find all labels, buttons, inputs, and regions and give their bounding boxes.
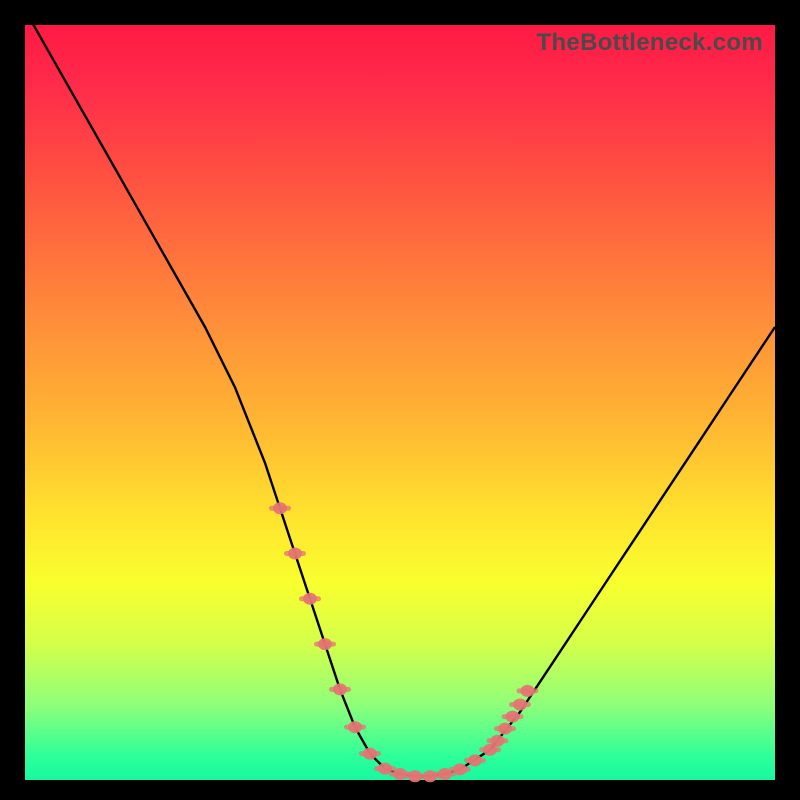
chart-frame: TheBottleneck.com xyxy=(25,25,775,780)
plot-area: TheBottleneck.com xyxy=(25,25,775,780)
marker-dot xyxy=(494,723,516,735)
curve-layer xyxy=(25,25,775,780)
marker-dot xyxy=(284,548,306,560)
marker-dot xyxy=(329,683,351,695)
marker-dot xyxy=(517,685,539,697)
marker-dot xyxy=(344,721,366,733)
marker-dot xyxy=(314,638,336,650)
marker-dot xyxy=(269,502,291,514)
marker-dot xyxy=(299,593,321,605)
marker-cluster xyxy=(269,502,539,782)
marker-dot xyxy=(359,748,381,760)
bottleneck-curve xyxy=(25,10,775,776)
